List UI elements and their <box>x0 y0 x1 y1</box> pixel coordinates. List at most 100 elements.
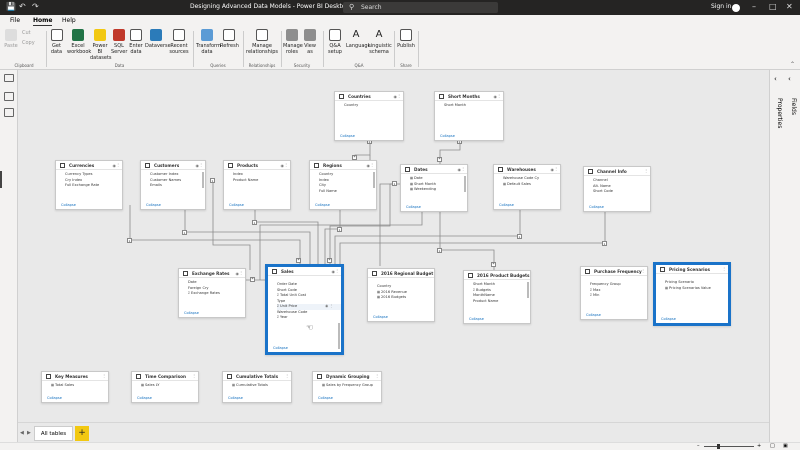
collapse-link[interactable]: Collapse <box>469 317 484 321</box>
relationship-line[interactable] <box>129 205 301 266</box>
field-item[interactable]: ▦Sales LY <box>141 383 198 389</box>
more-options-icon[interactable]: ⋮ <box>102 373 106 378</box>
field-item[interactable]: ▦Weekending <box>410 187 467 193</box>
relationship-line[interactable] <box>439 210 495 270</box>
field-item[interactable]: ΣMin <box>590 293 647 299</box>
more-options-icon[interactable]: ⋮ <box>644 168 648 173</box>
more-options-icon[interactable]: ⋮ <box>497 93 501 98</box>
zoom-slider[interactable] <box>704 444 754 449</box>
field-item[interactable]: Short Month <box>444 103 503 109</box>
field-item[interactable]: Full Exchange Rate <box>65 183 122 189</box>
more-options-icon[interactable]: ⋮ <box>370 162 374 167</box>
scrollbar[interactable] <box>464 176 466 192</box>
more-options-icon[interactable]: ⋮ <box>284 162 288 167</box>
table-card-time-comparison[interactable]: Time Comparison ⋮ ▦Sales LY Collapse <box>131 371 199 403</box>
table-card-short-months[interactable]: Short Months ◉ ⋮ Short Month Collapse <box>434 91 504 141</box>
field-item[interactable]: ▦Sales by Frequency Group <box>322 383 381 389</box>
table-card-currencies[interactable]: Currencies ◉ ⋮ Currency Types Cry Index Fu… <box>55 160 123 210</box>
table-card-dates[interactable]: Dates ◉ ⋮ ▦Date ▦Short Month ▦Weekending C… <box>400 164 468 212</box>
table-card-pricing-scenarios[interactable]: Pricing Scenarios ⋮ Pricing Scenario ▦Pri… <box>653 262 731 326</box>
scroll-right-icon[interactable]: ▶ <box>27 430 31 436</box>
scrollbar[interactable] <box>202 172 204 188</box>
more-options-icon[interactable]: ⋮ <box>116 162 120 167</box>
table-card-customers[interactable]: Customers ◉ ⋮ Customer Index Customer Name… <box>140 160 206 210</box>
table-card-channel-info[interactable]: Channel Info ⋮ Channel Alt. Name Short Co… <box>583 166 651 212</box>
more-options-icon[interactable]: ⋮ <box>554 166 558 171</box>
collapse-link[interactable]: Collapse <box>184 311 199 315</box>
collapse-link[interactable]: Collapse <box>228 396 243 400</box>
field-item[interactable]: Country <box>344 103 403 109</box>
field-item[interactable]: Short Code <box>593 189 650 195</box>
collapse-link[interactable]: Collapse <box>146 203 161 207</box>
add-layout-button[interactable]: + <box>75 426 89 441</box>
collapse-link[interactable]: Collapse <box>315 203 330 207</box>
collapse-link[interactable]: Collapse <box>589 205 604 209</box>
field-item[interactable]: Product Name <box>233 178 290 184</box>
more-options-icon[interactable]: ⋮ <box>461 166 465 171</box>
zoom-in-icon[interactable]: + <box>757 443 761 449</box>
relationship-line[interactable] <box>184 205 311 266</box>
field-item[interactable]: ΣExchange Rates <box>188 291 245 297</box>
scrollbar[interactable] <box>338 323 340 349</box>
relationship-line[interactable] <box>334 205 521 266</box>
reset-layout-icon[interactable]: ▣ <box>783 443 788 449</box>
collapse-link[interactable]: Collapse <box>340 134 355 138</box>
table-card-exchange-rates[interactable]: Exchange Rates ◉ ⋮ Date Foreign Cry ΣExcha… <box>178 268 246 318</box>
more-options-icon[interactable]: ⋮ <box>199 162 203 167</box>
collapse-link[interactable]: Collapse <box>318 396 333 400</box>
table-card-warehouses[interactable]: Warehouses ◉ ⋮ Warehouse Code Cy ▦Default … <box>493 164 561 210</box>
more-options-icon[interactable]: ⋮ <box>722 266 726 271</box>
collapse-link[interactable]: Collapse <box>440 134 455 138</box>
field-item[interactable]: ▦Default Sales <box>503 182 560 188</box>
collapse-link[interactable]: Collapse <box>661 317 676 321</box>
table-card-key-measures[interactable]: Key Measures ⋮ ▦Total Sales Collapse <box>41 371 109 403</box>
table-title: Dates <box>414 167 428 172</box>
scrollbar[interactable] <box>527 282 529 298</box>
field-item[interactable]: Full Name <box>319 189 376 195</box>
zoom-out-icon[interactable]: – <box>697 443 700 449</box>
more-options-icon[interactable]: ⋮ <box>641 268 645 273</box>
collapse-link[interactable]: Collapse <box>47 396 62 400</box>
sum-icon: Σ <box>188 291 191 295</box>
fit-to-screen-icon[interactable]: □ <box>770 443 775 449</box>
table-card-regional-budget[interactable]: 2016 Regional Budget ⋮ Country ▦2016 Reve… <box>367 268 435 322</box>
field-item[interactable]: ▦2016 Budgets <box>377 295 434 301</box>
table-card-product-budgets[interactable]: 2016 Product Budgets ⋮ Short Month ΣBudge… <box>463 270 531 324</box>
field-item[interactable]: Product Name <box>473 299 530 305</box>
field-item[interactable]: Emails <box>150 183 205 189</box>
field-item[interactable]: ▦Pricing Scenarios Value <box>665 286 728 292</box>
table-card-purchase-frequency[interactable]: Purchase Frequency ⋮ Frequency Group ΣMax… <box>580 266 648 320</box>
collapse-link[interactable]: Collapse <box>137 396 152 400</box>
zoom-slider-knob[interactable] <box>717 444 720 449</box>
more-options-icon[interactable]: ⋮ <box>428 270 432 275</box>
field-item[interactable]: ▦Cumulative Totals <box>232 383 291 389</box>
collapse-link[interactable]: Collapse <box>273 346 288 350</box>
table-card-sales[interactable]: Sales ◉ ⋮ Order Date Short Code ΣTotal Uni… <box>265 264 344 355</box>
visibility-icon[interactable]: ◉ ⋮ <box>325 304 333 308</box>
collapse-link[interactable]: Collapse <box>61 203 76 207</box>
table-card-countries[interactable]: Countries ◉ ⋮ Country Collapse <box>334 91 404 141</box>
more-options-icon[interactable]: ⋮ <box>524 272 528 277</box>
scroll-left-icon[interactable]: ◀ <box>20 430 24 436</box>
more-options-icon[interactable]: ⋮ <box>375 373 379 378</box>
more-options-icon[interactable]: ⋮ <box>285 373 289 378</box>
collapse-link[interactable]: Collapse <box>499 203 514 207</box>
table-card-regions[interactable]: Regions ◉ ⋮ Country Index City Full Name C… <box>309 160 377 210</box>
field-item[interactable]: ΣYear <box>277 315 341 321</box>
relationship-line[interactable] <box>254 209 319 266</box>
more-options-icon[interactable]: ⋮ <box>397 93 401 98</box>
more-options-icon[interactable]: ⋮ <box>335 268 339 273</box>
relationship-line[interactable] <box>439 141 461 164</box>
table-card-products[interactable]: Products ◉ ⋮ Index Product Name Collapse <box>223 160 291 210</box>
collapse-link[interactable]: Collapse <box>586 313 601 317</box>
collapse-link[interactable]: Collapse <box>373 315 388 319</box>
scrollbar[interactable] <box>373 172 375 188</box>
table-card-cumulative-totals[interactable]: Cumulative Totals ⋮ ▦Cumulative Totals Co… <box>222 371 292 403</box>
more-options-icon[interactable]: ⋮ <box>192 373 196 378</box>
table-card-dynamic-grouping[interactable]: Dynamic Grouping ⋮ ▦Sales by Frequency Gr… <box>312 371 382 403</box>
field-item[interactable]: ▦Total Sales <box>51 383 108 389</box>
tab-all-tables[interactable]: All tables <box>34 426 73 441</box>
collapse-link[interactable]: Collapse <box>406 205 421 209</box>
collapse-link[interactable]: Collapse <box>229 203 244 207</box>
more-options-icon[interactable]: ⋮ <box>239 270 243 275</box>
